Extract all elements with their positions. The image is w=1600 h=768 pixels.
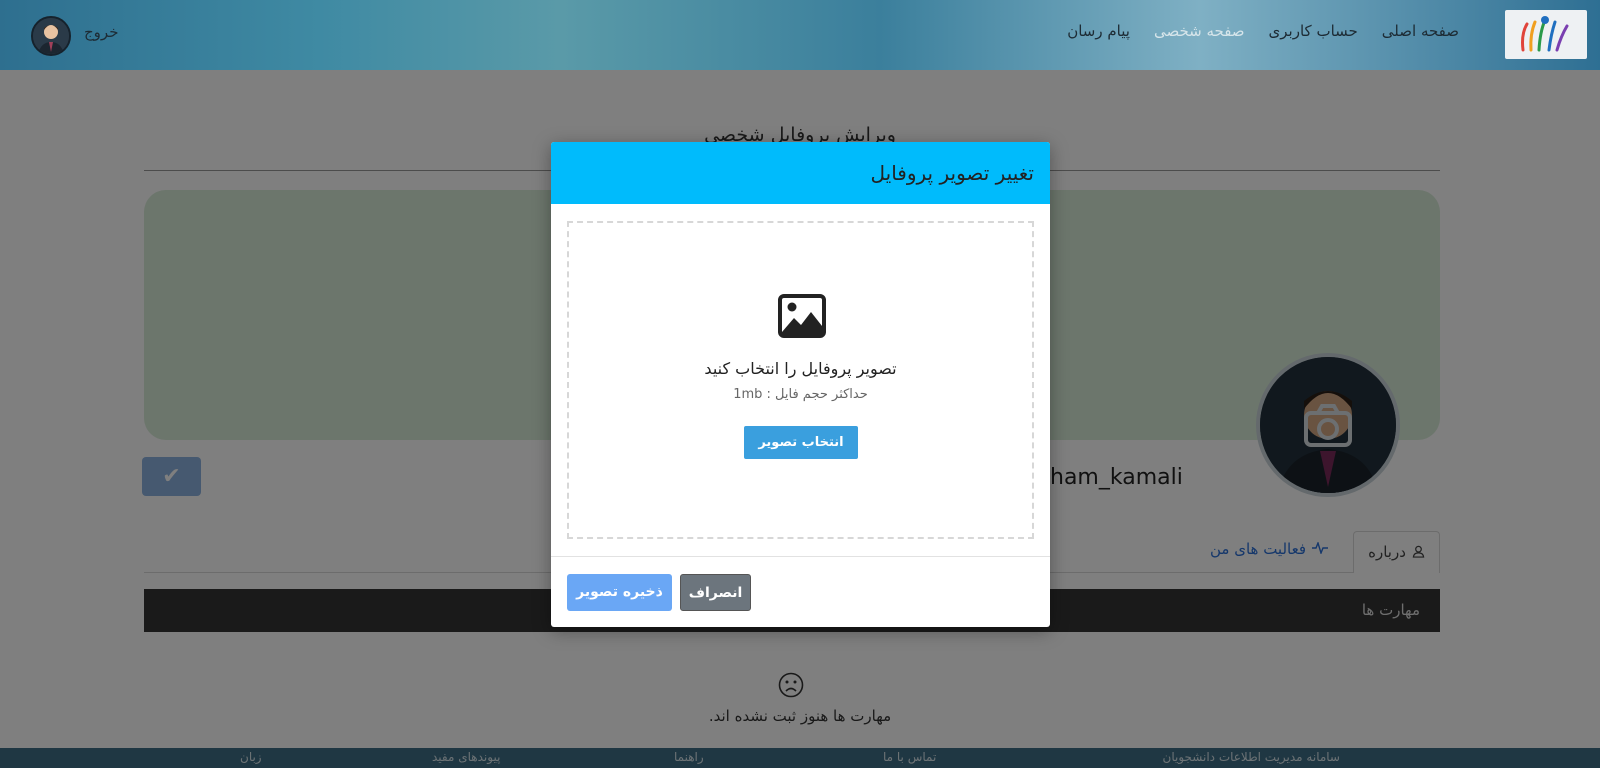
nav-link-account[interactable]: حساب کاربری: [1269, 22, 1358, 40]
modal-header: تغییر تصویر پروفایل: [551, 142, 1050, 204]
main-nav: صفحه اصلی حساب کاربری صفحه شخصی پیام رسا…: [1067, 22, 1459, 40]
top-navbar: صفحه اصلی حساب کاربری صفحه شخصی پیام رسا…: [0, 0, 1600, 70]
nav-link-profile[interactable]: صفحه شخصی: [1154, 22, 1245, 40]
image-icon: [778, 294, 826, 338]
user-avatar-icon[interactable]: [31, 16, 71, 56]
image-dropzone[interactable]: تصویر پروفایل را انتخاب کنید حداکثر حجم …: [567, 221, 1034, 539]
nav-link-messenger[interactable]: پیام رسان: [1067, 22, 1130, 40]
change-profile-picture-modal: تغییر تصویر پروفایل تصویر پروفایل را انت…: [551, 142, 1050, 627]
choose-image-button[interactable]: انتخاب تصویر: [744, 426, 858, 459]
modal-title: تغییر تصویر پروفایل: [870, 161, 1034, 185]
dropzone-title: تصویر پروفایل را انتخاب کنید: [704, 359, 897, 378]
university-logo-icon[interactable]: [1505, 10, 1587, 59]
logout-link[interactable]: خروج: [84, 23, 118, 41]
modal-footer-divider: [551, 556, 1050, 557]
dropzone-subtitle: حداکثر حجم فایل : 1mb: [733, 387, 868, 402]
save-image-button[interactable]: ذخیره تصویر: [567, 574, 672, 611]
nav-link-home[interactable]: صفحه اصلی: [1382, 22, 1459, 40]
cancel-button[interactable]: انصراف: [680, 574, 751, 611]
